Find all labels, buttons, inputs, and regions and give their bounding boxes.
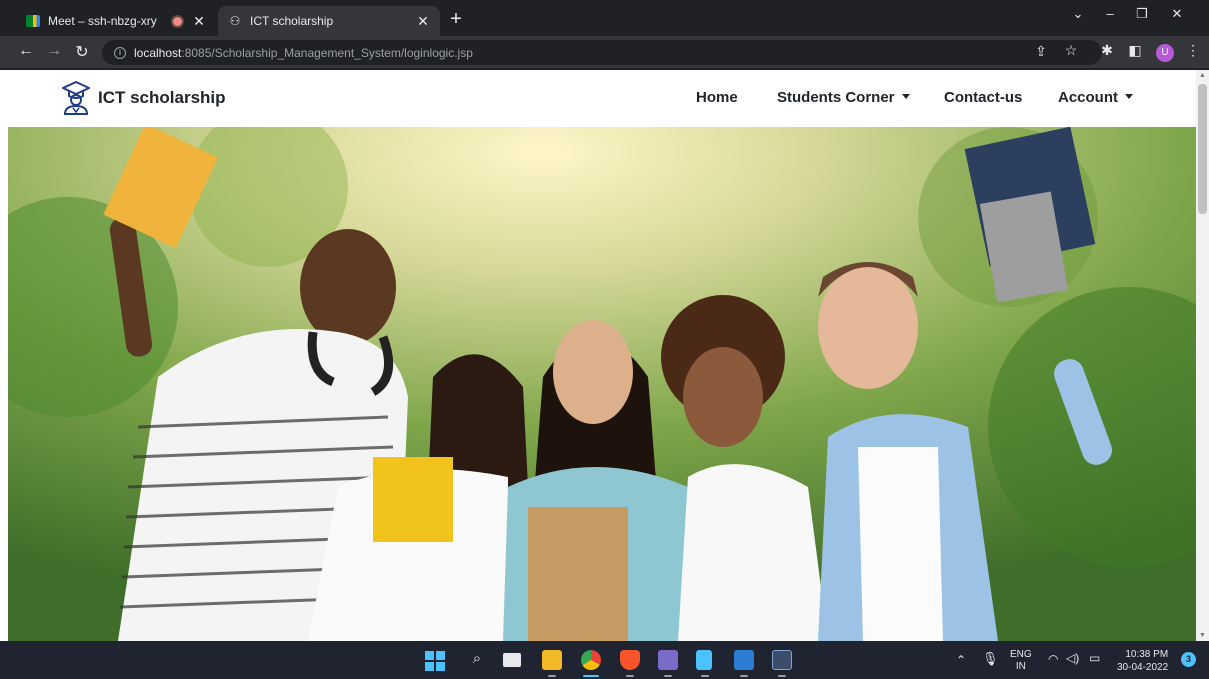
tab-ict-scholarship[interactable]: ⚇ ICT scholarship ✕ [218,6,440,36]
back-icon[interactable]: ← [16,42,36,60]
graduate-favicon-icon: ⚇ [229,14,241,28]
menu-kebab-icon[interactable]: ⋮ [1184,42,1202,59]
scrollbar-thumb[interactable] [1198,84,1207,214]
language-indicator[interactable]: ENG IN [1010,649,1032,673]
caret-down-icon [901,94,910,99]
restore-icon[interactable]: ❐ [1127,6,1157,22]
reload-icon[interactable]: ↻ [72,42,92,62]
close-tab-ict-icon[interactable]: ✕ [416,13,430,30]
nav-account-label: Account [1058,89,1118,106]
hero-image [8,127,1196,641]
forward-icon[interactable]: → [44,42,64,60]
url-path: :8085/Scholarship_Management_System/logi… [181,45,473,60]
task-view-icon[interactable] [503,653,521,667]
clock-time: 10:38 PM [1125,649,1169,660]
battery-icon[interactable]: ▭ [1089,651,1100,665]
site-info-icon[interactable]: i [114,46,126,59]
search-icon[interactable]: ⌕ [467,650,487,667]
active-indicator [583,675,599,677]
browser-tab-strip: Meet – ssh-nbzg-xry ✕ ⚇ ICT scholarship … [0,0,1209,36]
word-icon[interactable] [734,650,754,670]
nav-students-corner-label: Students Corner [777,89,895,106]
language-bottom: IN [1015,661,1026,672]
site-navbar: ICT scholarship Home Students Corner Con… [0,70,1196,127]
tab-meet-title: Meet – ssh-nbzg-xry [48,14,157,28]
clock[interactable]: 10:38 PM 30-04-2022 [1117,648,1168,674]
close-window-icon[interactable]: ✕ [1162,6,1192,22]
running-indicator [548,675,556,677]
language-top: ENG [1010,649,1032,660]
page-viewport: ICT scholarship Home Students Corner Con… [0,70,1196,641]
minimize-icon[interactable]: – [1095,6,1125,21]
share-icon[interactable]: ⇪ [1032,43,1050,60]
clock-date: 30-04-2022 [1117,662,1169,673]
brand-text: ICT scholarship [98,88,226,107]
new-tab-icon[interactable]: + [446,8,466,31]
students-photo [8,127,1196,641]
nav-students-corner[interactable]: Students Corner [777,89,910,106]
profile-avatar[interactable]: U [1156,44,1174,62]
app-purple-icon[interactable] [658,650,678,670]
tray-chevron-up-icon[interactable]: ⌃ [956,653,966,667]
running-indicator [626,675,634,677]
brand[interactable]: ICT scholarship [62,81,226,115]
windows-taskbar: ⌕ ⌃ 🎙 ENG IN ◠ ◁) ▭ 10:38 PM 30-04-2022 [0,641,1209,679]
nav-home[interactable]: Home [696,89,738,106]
graduate-logo-icon [62,81,90,115]
tab-meet[interactable]: Meet – ssh-nbzg-xry ✕ [16,6,216,36]
page-scrollbar[interactable]: ▲ ▼ [1196,70,1209,641]
running-indicator [778,675,786,677]
url-host: localhost [134,45,182,60]
recording-icon [173,16,182,26]
nav-contact-us[interactable]: Contact-us [944,89,1022,106]
running-indicator [664,675,672,677]
bookmark-star-icon[interactable]: ☆ [1062,42,1080,59]
chrome-icon[interactable] [581,650,601,670]
nav-account[interactable]: Account [1058,89,1133,106]
scroll-up-icon[interactable]: ▲ [1196,72,1209,79]
caret-down-icon [1125,94,1133,99]
running-indicator [740,675,748,677]
close-tab-meet-icon[interactable]: ✕ [192,13,206,30]
app-chart-icon[interactable] [772,650,792,670]
browser-toolbar: ← → ↻ i localhost:8085/Scholarship_Manag… [0,36,1209,69]
notepad-icon[interactable] [696,650,712,670]
notification-badge[interactable]: 3 [1181,652,1196,667]
volume-icon[interactable]: ◁) [1066,651,1079,665]
extensions-icon[interactable]: ✱ [1098,42,1116,59]
address-bar[interactable]: i localhost:8085/Scholarship_Management_… [102,40,1102,65]
wifi-icon[interactable]: ◠ [1048,652,1058,666]
tab-search-chevron-icon[interactable]: ⌄ [1063,6,1093,22]
running-indicator [701,675,709,677]
microphone-icon[interactable]: 🎙 [982,651,999,667]
windows-start-icon[interactable] [425,651,445,671]
side-panel-icon[interactable]: ◧ [1126,42,1144,59]
file-explorer-icon[interactable] [542,650,562,670]
scroll-down-icon[interactable]: ▼ [1196,632,1209,639]
brave-icon[interactable] [620,650,640,670]
tab-ict-title: ICT scholarship [250,14,334,28]
meet-favicon-icon [26,15,40,27]
